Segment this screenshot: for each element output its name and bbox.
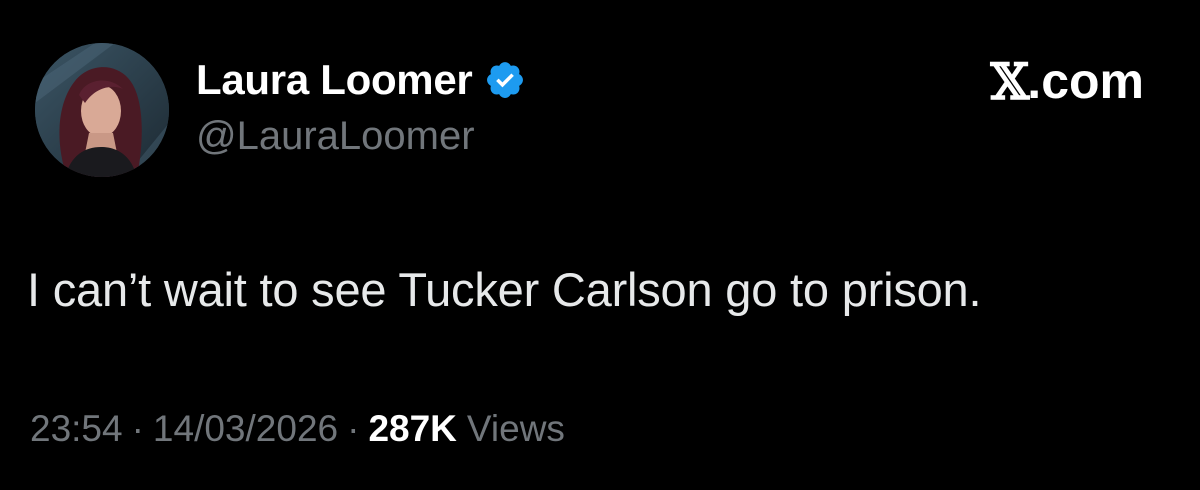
avatar[interactable] xyxy=(35,43,169,177)
tweet-meta: 23:54 · 14/03/2026 · 287K Views xyxy=(30,408,565,450)
author-handle[interactable]: @LauraLoomer xyxy=(196,114,475,159)
tweet-time[interactable]: 23:54 xyxy=(30,408,123,450)
avatar-photo xyxy=(35,43,169,177)
author-name[interactable]: Laura Loomer xyxy=(196,56,473,104)
views-count[interactable]: 287K xyxy=(368,408,456,450)
tweet-card: Laura Loomer @LauraLoomer 𝕏 .com I can’t… xyxy=(0,0,1200,490)
author-name-row: Laura Loomer xyxy=(196,52,526,108)
views-label: Views xyxy=(466,408,565,449)
tweet-date[interactable]: 14/03/2026 xyxy=(153,408,338,450)
meta-separator: · xyxy=(347,408,360,449)
x-logo-icon: 𝕏 .com xyxy=(990,51,1145,111)
tweet-text: I can’t wait to see Tucker Carlson go to… xyxy=(27,263,982,316)
x-logo-mark: 𝕏 xyxy=(990,51,1030,111)
meta-separator: · xyxy=(131,408,144,449)
verified-checkmark-icon[interactable] xyxy=(484,59,526,101)
site-domain: .com xyxy=(1027,53,1144,109)
